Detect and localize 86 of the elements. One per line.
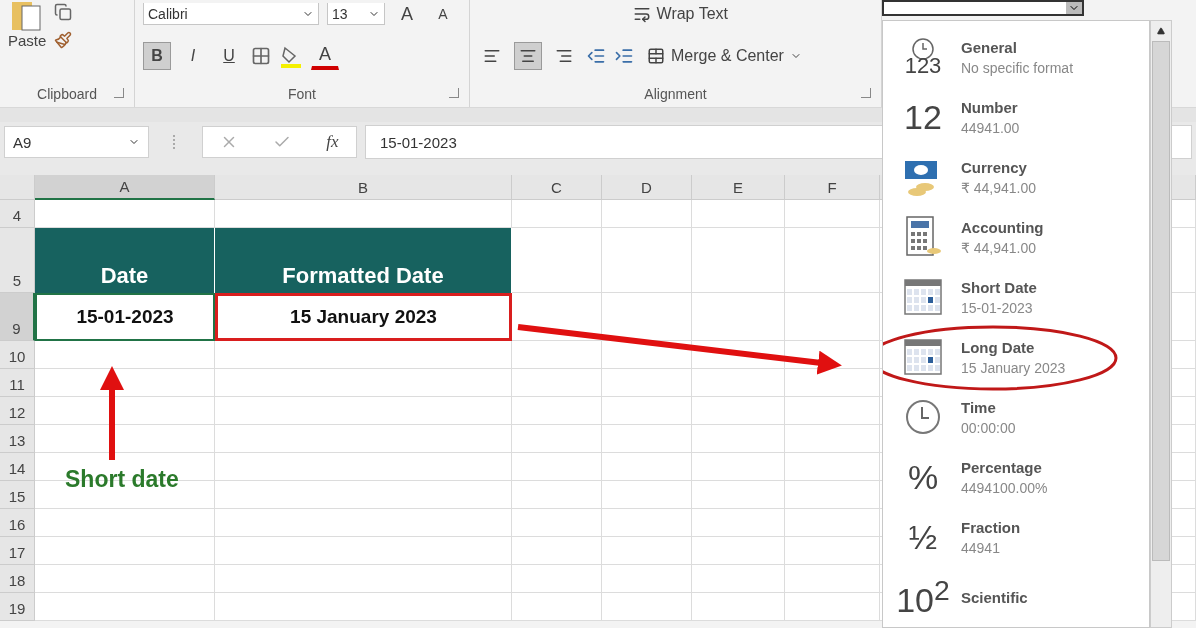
fill-color-icon[interactable] bbox=[279, 44, 303, 68]
format-name[interactable]: General bbox=[961, 38, 1074, 56]
merge-icon bbox=[647, 47, 665, 65]
format-name[interactable]: Accounting bbox=[961, 218, 1044, 236]
format-painter-icon[interactable] bbox=[54, 30, 73, 49]
row-header[interactable]: 16 bbox=[0, 509, 35, 537]
calendar-icon bbox=[903, 338, 943, 376]
row-header[interactable]: 12 bbox=[0, 397, 35, 425]
scroll-thumb[interactable] bbox=[1152, 41, 1170, 561]
format-name[interactable]: Scientific bbox=[961, 588, 1028, 606]
scroll-up-icon[interactable] bbox=[1157, 27, 1165, 35]
format-example: 44941 bbox=[961, 539, 1001, 556]
format-example: 15-01-2023 bbox=[961, 299, 1034, 316]
align-icon bbox=[519, 47, 537, 65]
row-header[interactable]: 17 bbox=[0, 537, 35, 565]
format-icon: % bbox=[907, 460, 939, 494]
format-example: ₹ 44,941.00 bbox=[961, 239, 1038, 256]
format-example: No specific format bbox=[961, 59, 1074, 76]
paste-button[interactable]: Paste bbox=[8, 32, 47, 49]
header-cell: Date bbox=[35, 228, 215, 293]
calculator-icon bbox=[903, 215, 943, 259]
row-header[interactable]: 19 bbox=[0, 593, 35, 621]
row-header[interactable]: 4 bbox=[0, 200, 35, 228]
align-button[interactable] bbox=[514, 42, 542, 70]
font-style-button[interactable]: U bbox=[215, 42, 243, 70]
annotation-text: Short date bbox=[65, 466, 179, 493]
row-header[interactable]: 14 bbox=[0, 453, 35, 481]
format-name[interactable]: Number bbox=[961, 98, 1020, 116]
format-name[interactable]: Short Date bbox=[961, 278, 1037, 296]
align-icon bbox=[555, 47, 573, 65]
wrap-text-icon bbox=[632, 5, 651, 23]
row-header[interactable]: 15 bbox=[0, 481, 35, 509]
table-cell[interactable]: 15-01-2023 bbox=[35, 293, 215, 341]
format-icon: ½ bbox=[908, 520, 938, 554]
merge-center-button[interactable]: Merge & Center bbox=[642, 42, 807, 70]
row-header[interactable]: 13 bbox=[0, 425, 35, 453]
format-name[interactable]: Percentage bbox=[961, 458, 1048, 476]
column-header[interactable]: D bbox=[602, 175, 692, 200]
calendar-icon bbox=[903, 278, 943, 316]
row-header[interactable]: 11 bbox=[0, 369, 35, 397]
row-header[interactable]: 10 bbox=[0, 341, 35, 369]
column-header[interactable]: F bbox=[785, 175, 880, 200]
group-label: Alignment bbox=[644, 86, 707, 102]
dialog-launcher-icon[interactable] bbox=[449, 88, 459, 98]
font-color-button[interactable]: A bbox=[311, 42, 339, 70]
column-header[interactable]: E bbox=[692, 175, 785, 200]
group-label: Font bbox=[288, 86, 316, 102]
borders-icon[interactable] bbox=[251, 46, 271, 66]
copy-icon[interactable] bbox=[54, 2, 73, 21]
insert-function-button[interactable]: fx bbox=[326, 132, 339, 152]
column-header[interactable]: A bbox=[35, 175, 215, 200]
font-style-button[interactable]: I bbox=[179, 42, 207, 70]
format-name[interactable]: Currency bbox=[961, 158, 1037, 176]
format-icon: 10$^{2}$ bbox=[896, 576, 950, 618]
format-example: 4494100.00% bbox=[961, 479, 1048, 496]
font-size-field[interactable]: 13 bbox=[327, 3, 385, 25]
number-format-field[interactable] bbox=[882, 0, 1084, 16]
column-header[interactable]: C bbox=[512, 175, 602, 200]
shrink-font-button[interactable]: A bbox=[429, 0, 457, 28]
wrap-text-button[interactable]: Wrap Text bbox=[627, 0, 733, 28]
header-cell: Formatted Date bbox=[215, 228, 512, 293]
row-header[interactable]: 18 bbox=[0, 565, 35, 593]
format-name[interactable]: Long Date bbox=[961, 338, 1066, 356]
clock-icon bbox=[904, 398, 942, 436]
increase-indent-icon[interactable] bbox=[614, 46, 634, 66]
format-example: ₹ 44,941.00 bbox=[961, 179, 1037, 196]
table-cell[interactable]: 15 January 2023 bbox=[215, 293, 512, 341]
format-example: 00:00:00 bbox=[961, 419, 1016, 436]
name-box[interactable]: A9 bbox=[4, 126, 149, 158]
row-header[interactable]: 9 bbox=[0, 293, 35, 341]
select-all-corner[interactable] bbox=[0, 175, 35, 200]
font-style-button[interactable]: B bbox=[143, 42, 171, 70]
font-name-field[interactable]: Calibri bbox=[143, 3, 319, 25]
dialog-launcher-icon[interactable] bbox=[861, 88, 871, 98]
grow-font-button[interactable]: A bbox=[393, 0, 421, 28]
format-name[interactable]: Time bbox=[961, 398, 1016, 416]
scroll-bar[interactable] bbox=[1150, 20, 1172, 628]
format-name[interactable]: Fraction bbox=[961, 518, 1021, 536]
align-icon bbox=[483, 47, 501, 65]
grip-icon bbox=[173, 135, 178, 149]
column-header[interactable]: B bbox=[215, 175, 512, 200]
dialog-launcher-icon[interactable] bbox=[114, 88, 124, 98]
group-label: Clipboard bbox=[37, 86, 97, 102]
row-header[interactable]: 5 bbox=[0, 228, 35, 293]
format-example: 15 January 2023 bbox=[961, 359, 1066, 376]
decrease-indent-icon[interactable] bbox=[586, 46, 606, 66]
